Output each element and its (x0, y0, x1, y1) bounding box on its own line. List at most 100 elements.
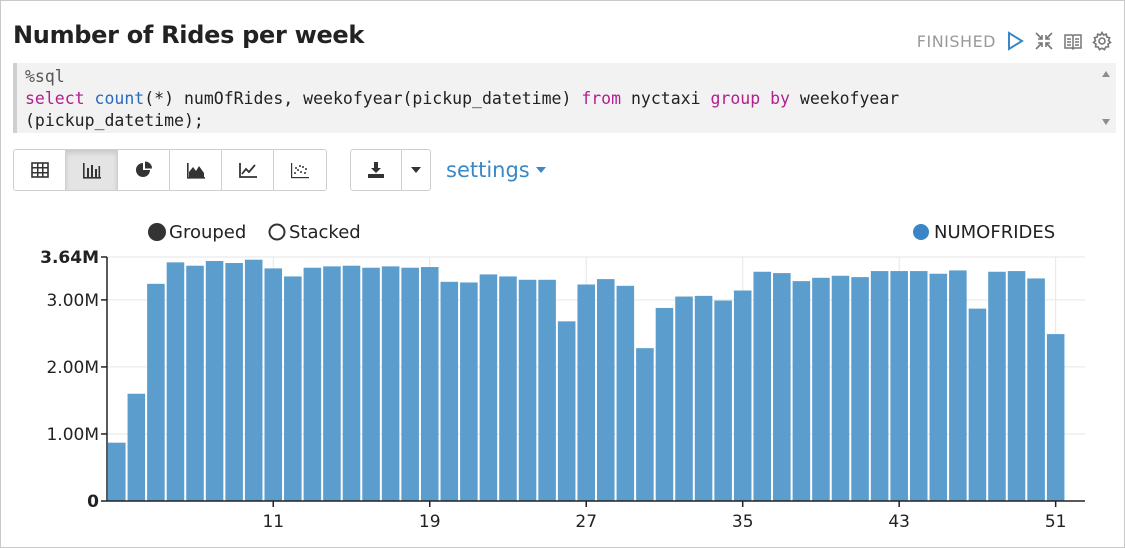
bar[interactable] (851, 277, 869, 501)
pie-chart-icon (135, 161, 152, 177)
grouped-radio[interactable] (148, 223, 166, 241)
code-segment: (*) numOfRides, weekofyear(pickup_dateti… (144, 89, 582, 108)
bar[interactable] (909, 271, 928, 501)
line-chart-icon (238, 163, 257, 178)
bar[interactable] (518, 279, 537, 501)
bar[interactable] (303, 267, 322, 501)
y-tick-label: 3.64M (40, 248, 99, 268)
settings-label: settings (446, 158, 530, 182)
y-tick-label: 1.00M (46, 425, 99, 445)
bar[interactable] (284, 276, 302, 501)
table-view-button[interactable] (14, 150, 66, 190)
keyword-from: from (581, 89, 622, 108)
bar[interactable] (792, 281, 811, 501)
bar[interactable] (362, 267, 380, 501)
chevron-down-icon (411, 167, 421, 173)
bar[interactable] (538, 279, 556, 501)
stacked-radio[interactable] (268, 223, 286, 241)
download-options-button[interactable] (402, 150, 430, 190)
bar[interactable] (460, 282, 478, 501)
bar[interactable] (870, 271, 889, 501)
bar[interactable] (831, 275, 850, 501)
bar-chart-icon (82, 163, 101, 179)
paragraph-panel: Number of Rides per week FINISHED %sql s… (0, 0, 1125, 548)
bar[interactable] (949, 270, 967, 501)
bar[interactable] (401, 267, 419, 501)
bar[interactable] (1027, 278, 1045, 501)
book-icon[interactable] (1063, 31, 1083, 51)
series-legend-dot[interactable] (913, 224, 929, 240)
play-icon[interactable] (1005, 31, 1025, 51)
bar[interactable] (499, 276, 517, 501)
bar[interactable] (733, 290, 752, 501)
x-tick-label: 51 (1045, 512, 1067, 532)
y-tick-label: 3.00M (46, 291, 99, 311)
bar[interactable] (753, 271, 772, 501)
bar[interactable] (557, 321, 576, 501)
table-icon (30, 162, 49, 178)
bar[interactable] (812, 277, 830, 501)
bar[interactable] (968, 308, 987, 501)
line-chart-button[interactable] (222, 150, 274, 190)
bar[interactable] (166, 262, 185, 501)
scatter-chart-button[interactable] (274, 150, 326, 190)
bar[interactable] (675, 296, 693, 501)
bar[interactable] (616, 285, 635, 501)
code-editor[interactable]: %sql select count(*) numOfRides, weekofy… (13, 63, 1116, 133)
code-text: %sql select count(*) numOfRides, weekofy… (25, 66, 899, 132)
status-label: FINISHED (916, 31, 996, 51)
bar[interactable] (773, 273, 791, 501)
y-tick-label: 0 (87, 492, 99, 512)
collapse-icon[interactable] (1034, 31, 1054, 51)
bar[interactable] (342, 265, 361, 501)
bar[interactable] (381, 266, 400, 501)
scroll-down-arrow[interactable] (1102, 119, 1110, 125)
bar[interactable] (205, 261, 224, 501)
settings-toggle[interactable]: settings (446, 158, 546, 182)
bar[interactable] (323, 266, 341, 501)
x-tick-label: 19 (419, 512, 441, 532)
pie-chart-button[interactable] (118, 150, 170, 190)
bar[interactable] (108, 442, 126, 501)
bar[interactable] (929, 273, 948, 501)
download-button[interactable] (351, 150, 402, 190)
area-chart-button[interactable] (170, 150, 222, 190)
bar-series (108, 259, 1065, 501)
bar[interactable] (1007, 271, 1026, 501)
chart-type-group (13, 149, 327, 191)
scatter-chart-icon (291, 163, 309, 179)
bar[interactable] (597, 279, 615, 501)
bar[interactable] (420, 267, 439, 501)
bar[interactable] (714, 300, 732, 501)
bar[interactable] (694, 295, 713, 501)
code-segment: weekofyear (789, 89, 900, 108)
bar[interactable] (225, 263, 243, 501)
bar[interactable] (147, 283, 165, 501)
x-tick-label: 43 (888, 512, 910, 532)
bar[interactable] (186, 265, 204, 501)
scroll-up-arrow[interactable] (1102, 71, 1110, 77)
bar[interactable] (890, 271, 908, 501)
stacked-label[interactable]: Stacked (289, 222, 361, 243)
bar[interactable] (479, 274, 498, 501)
function-count: count (84, 89, 145, 108)
bar[interactable] (264, 268, 283, 501)
bar[interactable] (1046, 334, 1065, 501)
bar[interactable] (440, 281, 459, 501)
gear-icon[interactable] (1092, 31, 1112, 51)
chart-legend: Grouped Stacked NUMOFRIDES (148, 222, 1055, 243)
bar[interactable] (636, 348, 654, 501)
bar-chart-button[interactable] (66, 150, 118, 190)
visualization-toolbar: settings (13, 149, 546, 191)
grouped-label[interactable]: Grouped (169, 222, 246, 243)
x-tick-label: 11 (262, 512, 284, 532)
bar[interactable] (127, 393, 146, 501)
bar[interactable] (988, 271, 1006, 501)
bar-chart: Grouped Stacked NUMOFRIDES 0 1.00M 2.00M 3.… (40, 222, 1085, 532)
series-legend-label[interactable]: NUMOFRIDES (934, 222, 1055, 243)
code-line-1: %sql (25, 67, 65, 86)
bar[interactable] (655, 307, 674, 501)
bar[interactable] (244, 259, 263, 501)
bar[interactable] (577, 284, 595, 501)
